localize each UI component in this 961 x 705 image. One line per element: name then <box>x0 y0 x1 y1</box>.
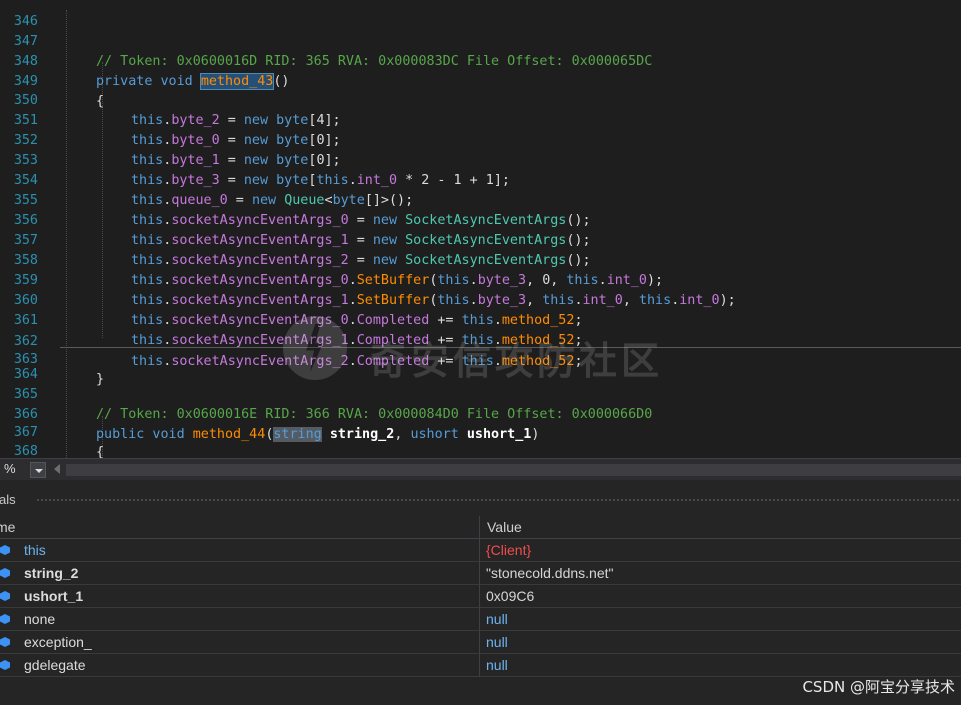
code-line: 368 if (!this.bool_4) <box>0 422 961 458</box>
variable-value[interactable]: null <box>486 611 508 627</box>
variable-value[interactable]: null <box>486 657 508 673</box>
grid-header: me Value <box>0 516 961 539</box>
local-variable-icon <box>0 614 10 624</box>
code-line: 361 this.socketAsyncEventArgs_1.Complete… <box>0 291 961 348</box>
code-line: 366 public void method_44(string string_… <box>0 385 961 442</box>
code-line: 359 this.socketAsyncEventArgs_1.SetBuffe… <box>0 251 961 308</box>
variable-name: exception_ <box>24 634 92 650</box>
local-variable-icon <box>0 568 10 578</box>
code-line: 364 <box>0 345 961 382</box>
editor-status-bar: % <box>0 458 961 480</box>
code-line: 358 this.socketAsyncEventArgs_0.SetBuffe… <box>0 231 961 288</box>
local-variable-icon <box>0 637 10 647</box>
table-row[interactable]: ushort_1 0x09C6 <box>0 585 961 608</box>
variable-name: string_2 <box>24 565 79 581</box>
code-line: 348 private void method_43() <box>0 32 961 90</box>
code-line: 354 this.queue_0 = new Queue<byte[]>(); <box>0 151 961 208</box>
code-line: 353 this.byte_3 = new byte[this.int_0 * … <box>0 131 961 188</box>
variable-name: ushort_1 <box>24 588 84 604</box>
table-row[interactable]: this {Client} <box>0 539 961 562</box>
zoom-level[interactable]: % <box>4 461 16 476</box>
table-row[interactable]: none null <box>0 608 961 631</box>
table-row[interactable]: string_2 "stonecold.ddns.net" <box>0 562 961 585</box>
variable-value[interactable]: "stonecold.ddns.net" <box>486 565 613 581</box>
variable-name: gdelegate <box>24 657 86 673</box>
code-line: 349 { <box>0 52 961 109</box>
code-line: 347 // Token: 0x0600016D RID: 365 RVA: 0… <box>0 12 961 69</box>
csdn-watermark: CSDN @阿宝分享技术 <box>802 678 955 696</box>
horizontal-scrollbar[interactable] <box>66 464 961 476</box>
code-editor[interactable]: 346 347 // Token: 0x0600016D RID: 365 RV… <box>0 0 961 458</box>
zoom-dropdown-button[interactable] <box>30 462 46 478</box>
code-line: 346 <box>0 0 961 29</box>
variable-name: none <box>24 611 56 627</box>
table-row[interactable]: exception_ null <box>0 631 961 654</box>
variable-name: this <box>24 542 46 558</box>
code-line: 352 this.byte_1 = new byte[0]; <box>0 111 961 168</box>
local-variable-icon <box>0 591 10 601</box>
table-row[interactable]: gdelegate null <box>0 654 961 677</box>
code-line: 360 this.socketAsyncEventArgs_0.Complete… <box>0 271 961 328</box>
column-header-name[interactable]: me <box>0 519 15 535</box>
local-variable-icon <box>0 545 10 555</box>
code-line: 350 this.byte_2 = new byte[4]; <box>0 71 961 128</box>
code-line: 356 this.socketAsyncEventArgs_1 = new So… <box>0 191 961 248</box>
variable-value[interactable]: {Client} <box>486 542 531 558</box>
code-line: 369 { <box>0 440 961 458</box>
panel-drag-grip[interactable] <box>36 498 961 502</box>
locals-panel-title: als <box>0 492 16 507</box>
code-line: 351 this.byte_0 = new byte[0]; <box>0 91 961 148</box>
column-divider[interactable] <box>479 516 480 539</box>
scroll-left-arrow-icon[interactable] <box>54 464 60 474</box>
code-line: 355 this.socketAsyncEventArgs_0 = new So… <box>0 171 961 228</box>
variable-value[interactable]: null <box>486 634 508 650</box>
column-header-value[interactable]: Value <box>487 519 522 535</box>
locals-grid: me Value this {Client} string_2 "stoneco… <box>0 516 961 677</box>
code-line: 362 this.socketAsyncEventArgs_2.Complete… <box>0 312 961 369</box>
locals-panel: als me Value this {Client} string_2 "sto… <box>0 480 961 705</box>
code-line: 365 // Token: 0x0600016E RID: 366 RVA: 0… <box>0 365 961 422</box>
variable-value[interactable]: 0x09C6 <box>486 588 534 604</box>
locals-panel-header: als <box>0 480 961 516</box>
code-line: 357 this.socketAsyncEventArgs_2 = new So… <box>0 211 961 268</box>
code-line: 367 { <box>0 403 961 458</box>
local-variable-icon <box>0 660 10 670</box>
